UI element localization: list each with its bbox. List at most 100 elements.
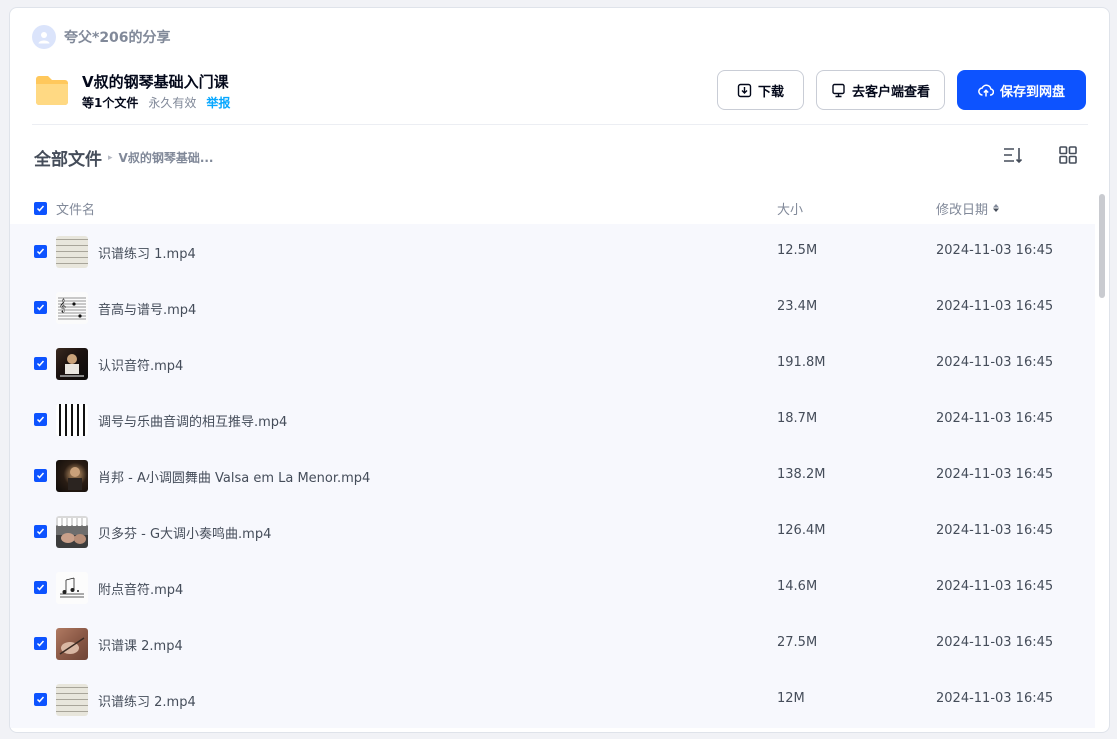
file-size: 138.2M: [777, 467, 826, 482]
check-icon: [36, 304, 45, 311]
file-name[interactable]: 认识音符.mp4: [98, 355, 183, 374]
avatar[interactable]: [32, 25, 56, 49]
table-row[interactable]: 𝄞 音高与谱号.mp4 23.4M 2024-11-03 16:45: [10, 280, 1095, 336]
file-date: 2024-11-03 16:45: [936, 635, 1054, 650]
check-icon: [36, 696, 45, 703]
table-header: 文件名 大小 修改日期: [10, 192, 1095, 224]
check-icon: [36, 360, 45, 367]
file-list: 识谱练习 1.mp4 12.5M 2024-11-03 16:45 𝄞 音高与谱号.mp…: [10, 224, 1095, 728]
table-row[interactable]: 肖邦 - A小调圆舞曲 Valsa em La Menor.mp4 138.2M 2…: [10, 448, 1095, 504]
row-checkbox[interactable]: [34, 637, 47, 650]
scrollbar-thumb[interactable]: [1099, 194, 1105, 298]
share-meta: 等1个文件 永久有效 举报: [82, 94, 230, 111]
report-link[interactable]: 举报: [206, 94, 230, 111]
download-button[interactable]: 下载: [717, 70, 804, 110]
row-checkbox[interactable]: [34, 357, 47, 370]
column-header-name[interactable]: 文件名: [56, 199, 95, 218]
check-icon: [36, 472, 45, 479]
table-row[interactable]: 认识音符.mp4 191.8M 2024-11-03 16:45: [10, 336, 1095, 392]
cloud-upload-icon: [978, 83, 994, 98]
check-icon: [36, 584, 45, 591]
user-icon: [38, 32, 50, 44]
check-icon: [36, 528, 45, 535]
column-header-date-label: 修改日期: [936, 202, 989, 218]
file-name[interactable]: 附点音符.mp4: [98, 579, 183, 598]
breadcrumb: 全部文件 ▸ V叔的钢琴基础...: [34, 145, 214, 170]
video-thumbnail: [56, 628, 88, 660]
row-checkbox[interactable]: [34, 245, 47, 258]
table-row[interactable]: 识谱练习 1.mp4 12.5M 2024-11-03 16:45: [10, 224, 1095, 280]
sharer-info: 夸父*206的分享: [32, 25, 171, 49]
grid-icon: [1059, 146, 1077, 164]
sort-icon: [1004, 148, 1023, 164]
breadcrumb-root[interactable]: 全部文件: [34, 145, 102, 170]
file-size: 23.4M: [777, 299, 818, 314]
file-name[interactable]: 肖邦 - A小调圆舞曲 Valsa em La Menor.mp4: [98, 467, 370, 486]
share-panel: 夸父*206的分享 V叔的钢琴基础入门课 等1个文件 永久有效 举报 下载 去客…: [9, 7, 1110, 733]
check-icon: [36, 416, 45, 423]
file-size: 14.6M: [777, 579, 818, 594]
svg-text:𝄞: 𝄞: [59, 298, 66, 312]
file-name[interactable]: 音高与谱号.mp4: [98, 299, 196, 318]
sort-button[interactable]: [1003, 146, 1023, 168]
file-name[interactable]: 识谱练习 2.mp4: [98, 691, 196, 710]
table-row[interactable]: 识谱练习 2.mp4 12M 2024-11-03 16:45: [10, 672, 1095, 728]
file-date: 2024-11-03 16:45: [936, 355, 1054, 370]
file-date: 2024-11-03 16:45: [936, 243, 1054, 258]
save-to-drive-label: 保存到网盘: [999, 84, 1065, 100]
file-name[interactable]: 识谱课 2.mp4: [98, 635, 183, 654]
breadcrumb-separator-icon: ▸: [108, 152, 113, 163]
video-thumbnail: [56, 404, 88, 436]
file-date: 2024-11-03 16:45: [936, 299, 1054, 314]
column-header-size[interactable]: 大小: [777, 199, 803, 218]
download-label: 下载: [757, 84, 784, 100]
check-icon: [36, 205, 45, 212]
row-checkbox[interactable]: [34, 581, 47, 594]
file-size: 18.7M: [777, 411, 818, 426]
video-thumbnail: [56, 516, 88, 548]
check-icon: [36, 248, 45, 255]
row-checkbox[interactable]: [34, 693, 47, 706]
row-checkbox[interactable]: [34, 469, 47, 482]
file-date: 2024-11-03 16:45: [936, 523, 1054, 538]
table-row[interactable]: 附点音符.mp4 14.6M 2024-11-03 16:45: [10, 560, 1095, 616]
file-name[interactable]: 贝多芬 - G大调小奏鸣曲.mp4: [98, 523, 271, 542]
video-thumbnail: [56, 684, 88, 716]
file-date: 2024-11-03 16:45: [936, 411, 1054, 426]
video-thumbnail: [56, 460, 88, 492]
video-thumbnail: [56, 348, 88, 380]
sharer-name: 夸父*206的分享: [64, 30, 171, 46]
video-thumbnail: [56, 572, 88, 604]
sort-toggle-icon: [993, 204, 1000, 212]
file-date: 2024-11-03 16:45: [936, 467, 1054, 482]
validity-text: 永久有效: [148, 96, 197, 110]
open-in-client-button[interactable]: 去客户端查看: [816, 70, 945, 110]
file-size: 126.4M: [777, 523, 826, 538]
select-all-checkbox[interactable]: [34, 201, 47, 215]
file-size: 191.8M: [777, 355, 826, 370]
video-thumbnail: [56, 236, 88, 268]
folder-icon: [34, 74, 70, 110]
save-to-drive-button[interactable]: 保存到网盘: [957, 70, 1086, 110]
download-icon: [737, 83, 752, 98]
row-checkbox[interactable]: [34, 525, 47, 538]
file-size: 12.5M: [777, 243, 818, 258]
table-row[interactable]: 识谱课 2.mp4 27.5M 2024-11-03 16:45: [10, 616, 1095, 672]
table-row[interactable]: 调号与乐曲音调的相互推导.mp4 18.7M 2024-11-03 16:45: [10, 392, 1095, 448]
file-date: 2024-11-03 16:45: [936, 579, 1054, 594]
grid-view-button[interactable]: [1059, 146, 1077, 168]
breadcrumb-current: V叔的钢琴基础...: [118, 151, 214, 165]
check-icon: [36, 640, 45, 647]
header-divider: [32, 124, 1088, 125]
file-name[interactable]: 识谱练习 1.mp4: [98, 243, 196, 262]
row-checkbox[interactable]: [34, 301, 47, 314]
file-name[interactable]: 调号与乐曲音调的相互推导.mp4: [98, 411, 287, 430]
table-row[interactable]: 贝多芬 - G大调小奏鸣曲.mp4 126.4M 2024-11-03 16:45: [10, 504, 1095, 560]
open-in-client-label: 去客户端查看: [851, 84, 930, 100]
file-size: 27.5M: [777, 635, 818, 650]
file-size: 12M: [777, 691, 805, 706]
row-checkbox[interactable]: [34, 413, 47, 426]
file-date: 2024-11-03 16:45: [936, 691, 1054, 706]
video-thumbnail: 𝄞: [56, 292, 88, 324]
column-header-date[interactable]: 修改日期: [936, 199, 1001, 218]
